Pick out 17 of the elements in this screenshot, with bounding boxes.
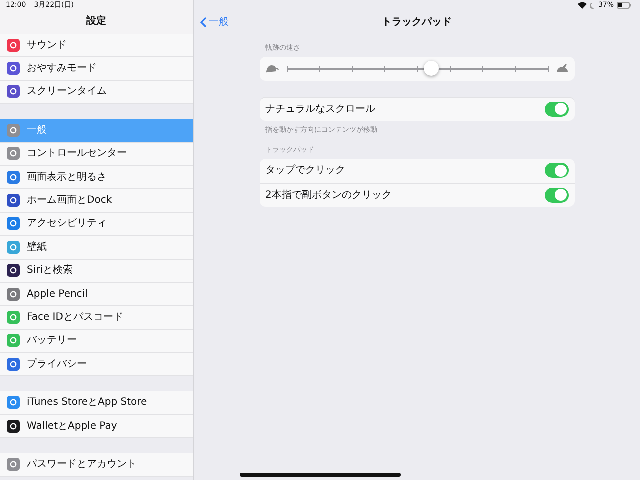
moon-icon [590, 2, 596, 8]
row-label: ナチュラルなスクロール [266, 102, 376, 116]
toggle-switch[interactable] [544, 102, 568, 116]
sidebar-item[interactable]: バッテリー [0, 330, 193, 354]
sidebar-item[interactable]: Siriと検索 [0, 260, 193, 283]
page-title: トラックパッド [382, 16, 452, 28]
row-label: 2本指で副ボタンのクリック [266, 188, 392, 202]
sidebar-item[interactable]: アクセシビリティ [0, 212, 193, 236]
sidebar-title: 設定 [86, 16, 106, 27]
toggle-switch[interactable] [544, 188, 568, 202]
toggle-switch[interactable] [544, 163, 568, 178]
slider-thumb[interactable] [424, 60, 440, 76]
battery-icon [617, 2, 632, 9]
chevron-left-icon [200, 16, 207, 28]
row-label: タップでクリック [266, 164, 346, 178]
sidebar-item[interactable]: コントロールセンター [0, 142, 193, 166]
wifi-icon [578, 2, 588, 9]
